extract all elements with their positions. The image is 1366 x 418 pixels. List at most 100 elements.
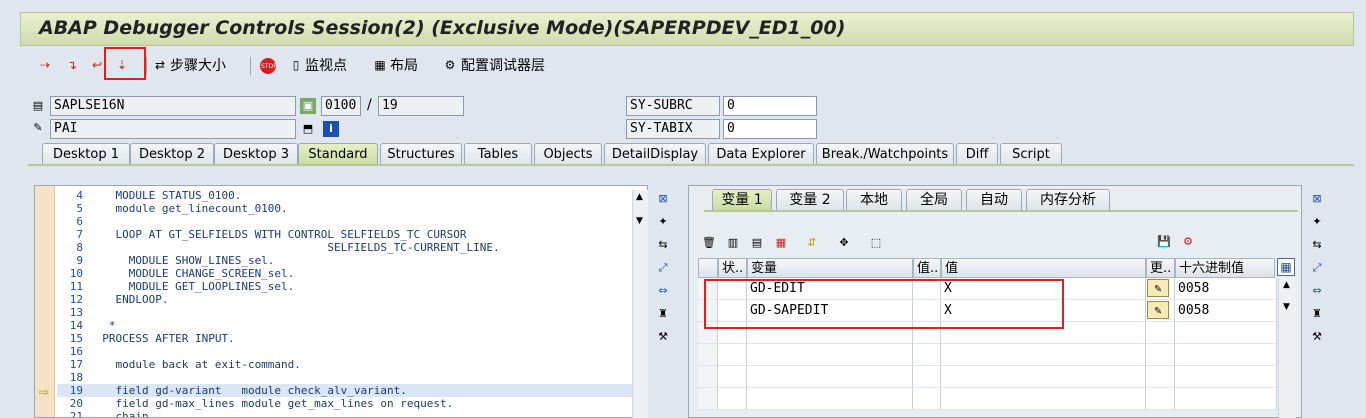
- watchpoint-icon[interactable]: ▯: [287, 56, 305, 74]
- step-into-icon[interactable]: ⇢: [36, 56, 54, 74]
- code-line[interactable]: 21 chain.: [57, 410, 647, 417]
- code-line[interactable]: 15 PROCESS AFTER INPUT.: [57, 332, 647, 345]
- code-line[interactable]: 14 *: [57, 319, 647, 332]
- tab-variables-2[interactable]: 变量 2: [776, 189, 844, 211]
- navigate-icon[interactable]: ⬒: [300, 121, 316, 137]
- export-icon[interactable]: ▤: [748, 234, 766, 252]
- save-variables-icon[interactable]: ▦: [772, 234, 790, 252]
- hex-cell: [1175, 322, 1277, 344]
- select-icon[interactable]: ⬚: [867, 234, 885, 252]
- stop-icon[interactable]: STOP: [260, 58, 277, 74]
- tab-variables-1[interactable]: 变量 1: [712, 189, 772, 211]
- resize-icon[interactable]: ⇔: [654, 282, 672, 300]
- line-field: 19: [378, 96, 464, 116]
- code-line[interactable]: 20 field gd-max_lines module get_max_lin…: [57, 397, 647, 410]
- tab-detaildisplay[interactable]: DetailDisplay: [604, 143, 706, 165]
- maximize-icon[interactable]: ⤢: [654, 259, 672, 277]
- import-icon[interactable]: ▥: [724, 234, 742, 252]
- tab-structures[interactable]: Structures: [380, 143, 462, 165]
- right-resize-icon[interactable]: ⇔: [1308, 282, 1326, 300]
- settings-icon[interactable]: ⚒: [654, 328, 672, 346]
- code-line[interactable]: 19 field gd-variant module check_alv_var…: [57, 384, 647, 397]
- row-selector[interactable]: [698, 344, 718, 366]
- column-header-value[interactable]: 值: [941, 258, 1146, 278]
- swap-tool-icon[interactable]: ⇆: [654, 236, 672, 254]
- code-text: LOOP AT GT_SELFIELDS WITH CONTROL SELFIE…: [89, 228, 467, 241]
- info-icon[interactable]: i: [323, 121, 339, 137]
- code-line[interactable]: 13: [57, 306, 647, 319]
- grid-scroll-up-icon[interactable]: ▲: [1283, 280, 1290, 290]
- new-tool-icon[interactable]: ✦: [654, 213, 672, 231]
- settings-gear-icon[interactable]: ⚙: [1179, 233, 1197, 251]
- column-header-variable[interactable]: 变量: [747, 258, 913, 278]
- grid-scroll-down-icon[interactable]: ▼: [1283, 302, 1290, 312]
- source-code-panel[interactable]: ⇨ 4 MODULE STATUS_0100. 5 module get_line…: [34, 185, 648, 418]
- code-line[interactable]: 17 module back at exit-command.: [57, 358, 647, 371]
- config-layer-icon[interactable]: ⚙: [441, 56, 459, 74]
- right-swap-tool-icon[interactable]: ⇆: [1308, 236, 1326, 254]
- code-line[interactable]: 18: [57, 371, 647, 384]
- line-number: 8: [76, 241, 83, 254]
- column-header-change[interactable]: 更..: [1146, 258, 1175, 278]
- tab-local[interactable]: 本地: [846, 189, 902, 211]
- tab-tables[interactable]: Tables: [464, 143, 532, 165]
- scroll-up-icon[interactable]: ▲: [636, 192, 643, 202]
- grid-scrollbar[interactable]: ▲ ▼: [1278, 278, 1296, 418]
- tab-auto[interactable]: 自动: [966, 189, 1022, 211]
- code-line[interactable]: 7 LOOP AT GT_SELFIELDS WITH CONTROL SELF…: [57, 228, 647, 241]
- source-scrollbar[interactable]: ▲ ▼: [632, 190, 648, 418]
- edit-value-icon[interactable]: ✎: [1147, 301, 1169, 319]
- code-text: field gd-max_lines module get_max_lines …: [89, 397, 454, 410]
- save-icon[interactable]: 💾: [1155, 233, 1173, 251]
- edit-value-icon[interactable]: ✎: [1147, 279, 1169, 297]
- step-size-icon[interactable]: ⇄: [151, 56, 169, 74]
- right-services-icon[interactable]: ♜: [1308, 305, 1326, 323]
- layout-icon[interactable]: ▦: [371, 56, 389, 74]
- code-line[interactable]: 10 MODULE CHANGE_SCREEN_sel.: [57, 267, 647, 280]
- layout-button[interactable]: 布局: [390, 55, 418, 77]
- column-header-hex[interactable]: 十六进制值: [1175, 258, 1275, 278]
- code-line[interactable]: 6: [57, 215, 647, 228]
- column-header-status[interactable]: 状..: [718, 258, 747, 278]
- tab-standard[interactable]: Standard: [298, 143, 378, 165]
- close-icon[interactable]: ⊠: [654, 190, 672, 208]
- right-maximize-icon[interactable]: ⤢: [1308, 259, 1326, 277]
- delete-icon[interactable]: 🗑: [700, 234, 718, 252]
- tab-objects[interactable]: Objects: [534, 143, 602, 165]
- tab-breakpoints[interactable]: Break./Watchpoints: [816, 143, 954, 165]
- code-line[interactable]: 5 module get_linecount_0100.: [57, 202, 647, 215]
- tab-diff[interactable]: Diff: [956, 143, 998, 165]
- tab-desktop-2[interactable]: Desktop 2: [130, 143, 214, 165]
- scroll-down-icon[interactable]: ▼: [636, 216, 643, 226]
- transfer-icon[interactable]: ⇵: [803, 234, 821, 252]
- step-size-button[interactable]: 步骤大小: [170, 55, 226, 77]
- breakpoint-gutter[interactable]: [35, 186, 55, 417]
- column-header-value-length[interactable]: 值..: [913, 258, 941, 278]
- code-line[interactable]: 9 MODULE SHOW_LINES_sel.: [57, 254, 647, 267]
- code-line[interactable]: 11 MODULE GET_LOOPLINES_sel.: [57, 280, 647, 293]
- tab-desktop-1[interactable]: Desktop 1: [42, 143, 130, 165]
- code-line[interactable]: 8 SELFIELDS_TC-CURRENT_LINE.: [57, 241, 647, 254]
- tab-data-explorer[interactable]: Data Explorer: [708, 143, 814, 165]
- step-over-icon[interactable]: ↴: [63, 56, 81, 74]
- screen-icon[interactable]: ▣: [300, 98, 316, 114]
- tab-desktop-3[interactable]: Desktop 3: [214, 143, 298, 165]
- right-close-icon[interactable]: ⊠: [1308, 190, 1326, 208]
- tab-memory-analysis[interactable]: 内存分析: [1026, 189, 1110, 211]
- column-layout-icon[interactable]: ▦: [1277, 258, 1295, 276]
- code-line[interactable]: 12 ENDLOOP.: [57, 293, 647, 306]
- move-icon[interactable]: ✥: [835, 234, 853, 252]
- right-new-tool-icon[interactable]: ✦: [1308, 213, 1326, 231]
- tab-script[interactable]: Script: [1000, 143, 1062, 165]
- watchpoint-button[interactable]: 监视点: [305, 55, 347, 77]
- services-icon[interactable]: ♜: [654, 305, 672, 323]
- tab-global[interactable]: 全局: [906, 189, 962, 211]
- right-settings-icon[interactable]: ⚒: [1308, 328, 1326, 346]
- value-cell: [941, 344, 1146, 366]
- config-layer-button[interactable]: 配置调试器层: [461, 55, 545, 77]
- code-line[interactable]: 4 MODULE STATUS_0100.: [57, 189, 647, 202]
- row-selector[interactable]: [698, 366, 718, 388]
- value-cell: [941, 366, 1146, 388]
- row-selector[interactable]: [698, 388, 718, 410]
- code-line[interactable]: 16: [57, 345, 647, 358]
